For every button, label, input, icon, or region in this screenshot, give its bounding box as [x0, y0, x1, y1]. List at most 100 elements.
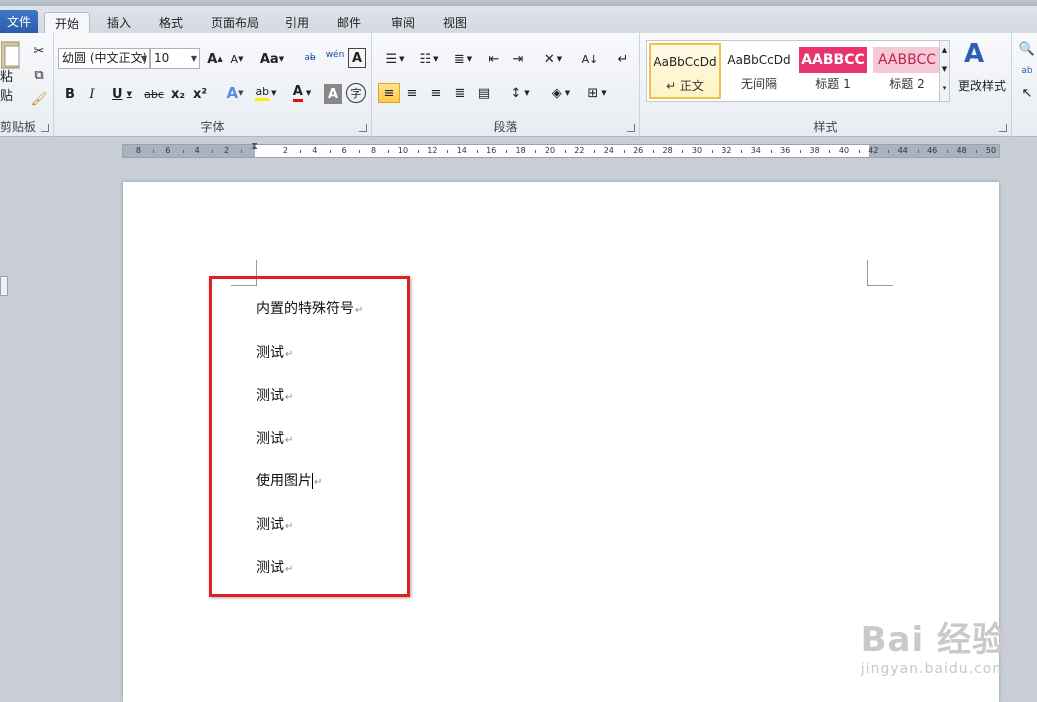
font-color-button[interactable]: A ▼: [288, 83, 316, 103]
tab-home[interactable]: 开始: [44, 12, 90, 35]
tab-mailings[interactable]: 邮件: [328, 12, 370, 34]
grow-font-button[interactable]: A ▲: [206, 49, 224, 69]
superscript-button[interactable]: x²: [190, 84, 210, 104]
change-styles-icon[interactable]: A: [962, 39, 986, 69]
clear-format-icon[interactable]: ab̶: [300, 48, 320, 68]
line-spacing-button[interactable]: ↕ ▼: [506, 83, 534, 103]
select-icon[interactable]: ↖: [1018, 83, 1036, 103]
cut-icon[interactable]: ✂: [30, 41, 48, 61]
ruler-label: 48: [956, 146, 967, 155]
ruler-label: 14: [456, 146, 467, 155]
ruler-label: 36: [780, 146, 791, 155]
change-styles-button[interactable]: 更改样式: [955, 75, 1009, 95]
font-launcher-icon[interactable]: [359, 124, 367, 132]
show-marks-icon[interactable]: ↵: [614, 49, 632, 69]
tab-review[interactable]: 审阅: [382, 12, 424, 34]
format-painter-icon[interactable]: 🖌: [30, 89, 48, 109]
shading-button[interactable]: ◈ ▼: [546, 83, 576, 103]
shrink-font-button[interactable]: A ▼: [228, 49, 246, 69]
paragraph-group-label: 段落: [493, 120, 518, 134]
ruler-tick: [535, 150, 537, 153]
distributed-button[interactable]: ▤: [474, 83, 494, 103]
paste-button[interactable]: 粘贴: [0, 70, 24, 104]
ruler-label: 2: [224, 146, 230, 155]
horizontal-ruler[interactable]: ⧗ 8 6 4 2 2 4 6 8 10 12 14 16 18 20 22 24 26 28 30 32 34 36 38…: [122, 141, 1000, 158]
ruler-label: 8: [371, 146, 377, 155]
styles-gallery: AaBbCcDd ↵ 正文 AaBbCcDd 无间隔 AABBCC 标题 1 A…: [646, 40, 950, 102]
ruler-tick: [888, 150, 890, 153]
ruler-tick: [447, 150, 449, 153]
tab-insert[interactable]: 插入: [98, 12, 140, 34]
style-normal[interactable]: AaBbCcDd ↵ 正文: [649, 43, 721, 99]
ribbon: 粘贴 ✂ ⧉ 🖌 剪贴板 幼圆 (中文正文) ▼ 10 ▼ A ▲ A ▼ Aa ▼ ab…: [0, 33, 1037, 137]
font-size-value: 10: [154, 51, 170, 65]
find-icon[interactable]: 🔍: [1018, 39, 1036, 59]
change-case-button[interactable]: Aa ▼: [258, 49, 286, 69]
ruler-label: 2: [282, 146, 288, 155]
italic-button[interactable]: I: [84, 84, 100, 104]
paragraph-launcher-icon[interactable]: [627, 124, 635, 132]
font-size-select[interactable]: 10 ▼: [150, 48, 200, 69]
align-center-button[interactable]: ≡: [402, 83, 422, 103]
copy-icon[interactable]: ⧉: [30, 65, 48, 85]
font-name-select[interactable]: 幼圆 (中文正文) ▼: [58, 48, 150, 69]
style-heading-1[interactable]: AABBCC 标题 1: [797, 43, 869, 99]
ruler-tick: [858, 150, 860, 153]
ruler-label: 40: [838, 146, 850, 155]
ruler-tick: [976, 150, 978, 153]
bold-button[interactable]: B: [62, 84, 78, 104]
text-effects-button[interactable]: A ▼: [222, 83, 248, 103]
ruler-tick: [623, 150, 625, 153]
align-right-button[interactable]: ≡: [426, 83, 446, 103]
tab-page-layout[interactable]: 页面布局: [204, 12, 266, 34]
indent-marker-icon[interactable]: ⧗: [251, 141, 258, 152]
subscript-button[interactable]: x₂: [168, 84, 188, 104]
ruler-tick: [153, 150, 155, 153]
ruler-label: 34: [750, 146, 761, 155]
style-heading-2[interactable]: AABBCC 标题 2: [871, 43, 943, 99]
font-group-label: 字体: [200, 120, 225, 134]
ruler-label: 22: [574, 146, 585, 155]
styles-launcher-icon[interactable]: [999, 124, 1007, 132]
strikethrough-button[interactable]: abc: [142, 84, 166, 104]
ruler-label: 24: [603, 146, 614, 155]
justify-button[interactable]: ≣: [450, 83, 470, 103]
sort-icon[interactable]: A↓: [580, 49, 600, 69]
styles-scroll[interactable]: ▲ ▼ ▾: [939, 41, 949, 101]
ruler-tick: [300, 150, 302, 153]
ruler-toggle[interactable]: [0, 276, 8, 296]
borders-button[interactable]: ⊞ ▼: [582, 83, 612, 103]
ruler-label: 18: [515, 146, 526, 155]
chevron-down-icon: ▼: [190, 54, 197, 63]
char-shading-button[interactable]: A: [324, 84, 342, 104]
underline-button[interactable]: U ▼: [108, 84, 136, 104]
numbering-button[interactable]: ☷ ▼: [414, 49, 444, 69]
tab-references[interactable]: 引用: [276, 12, 318, 34]
ruler-tick: [182, 150, 184, 153]
bullets-button[interactable]: ☰ ▼: [380, 49, 410, 69]
ruler-tick: [770, 150, 772, 153]
align-left-button[interactable]: ≡: [378, 83, 400, 103]
clipboard-launcher-icon[interactable]: [41, 124, 49, 132]
ruler-label: 12: [427, 146, 438, 155]
ruler-area: ⧗ 8 6 4 2 2 4 6 8 10 12 14 16 18 20 22 24 26 28 30 32 34 36 38…: [0, 138, 1037, 296]
annotation-highlight-box: [209, 276, 410, 597]
paragraph-group: ☰ ▼ ☷ ▼ ≣ ▼ ⇤ ⇥ ✕ ▼ A↓ ↵ ≡ ≡ ≡ ≣ ▤ ↕ ▼ ◈ ▼ ⊞ ▼ …: [372, 33, 640, 137]
ruler-label: 10: [397, 146, 409, 155]
ruler-left-margin: [123, 145, 255, 157]
style-no-spacing[interactable]: AaBbCcDd 无间隔: [723, 43, 795, 99]
ruler-label: 20: [544, 146, 556, 155]
replace-icon[interactable]: ab: [1018, 61, 1036, 81]
increase-indent-icon[interactable]: ⇥: [508, 49, 528, 69]
tab-format[interactable]: 格式: [150, 12, 192, 34]
char-border-button[interactable]: A: [348, 48, 366, 68]
chinese-layout-button[interactable]: ✕ ▼: [538, 49, 568, 69]
decrease-indent-icon[interactable]: ⇤: [484, 49, 504, 69]
tab-view[interactable]: 视图: [434, 12, 476, 34]
phonetic-guide-button[interactable]: wén: [324, 45, 346, 65]
ruler-tick: [388, 150, 390, 153]
multilevel-list-button[interactable]: ≣ ▼: [448, 49, 478, 69]
enclose-char-button[interactable]: 字: [346, 83, 366, 103]
highlight-button[interactable]: ab ▼: [252, 83, 280, 103]
tab-file[interactable]: 文件: [0, 10, 38, 34]
